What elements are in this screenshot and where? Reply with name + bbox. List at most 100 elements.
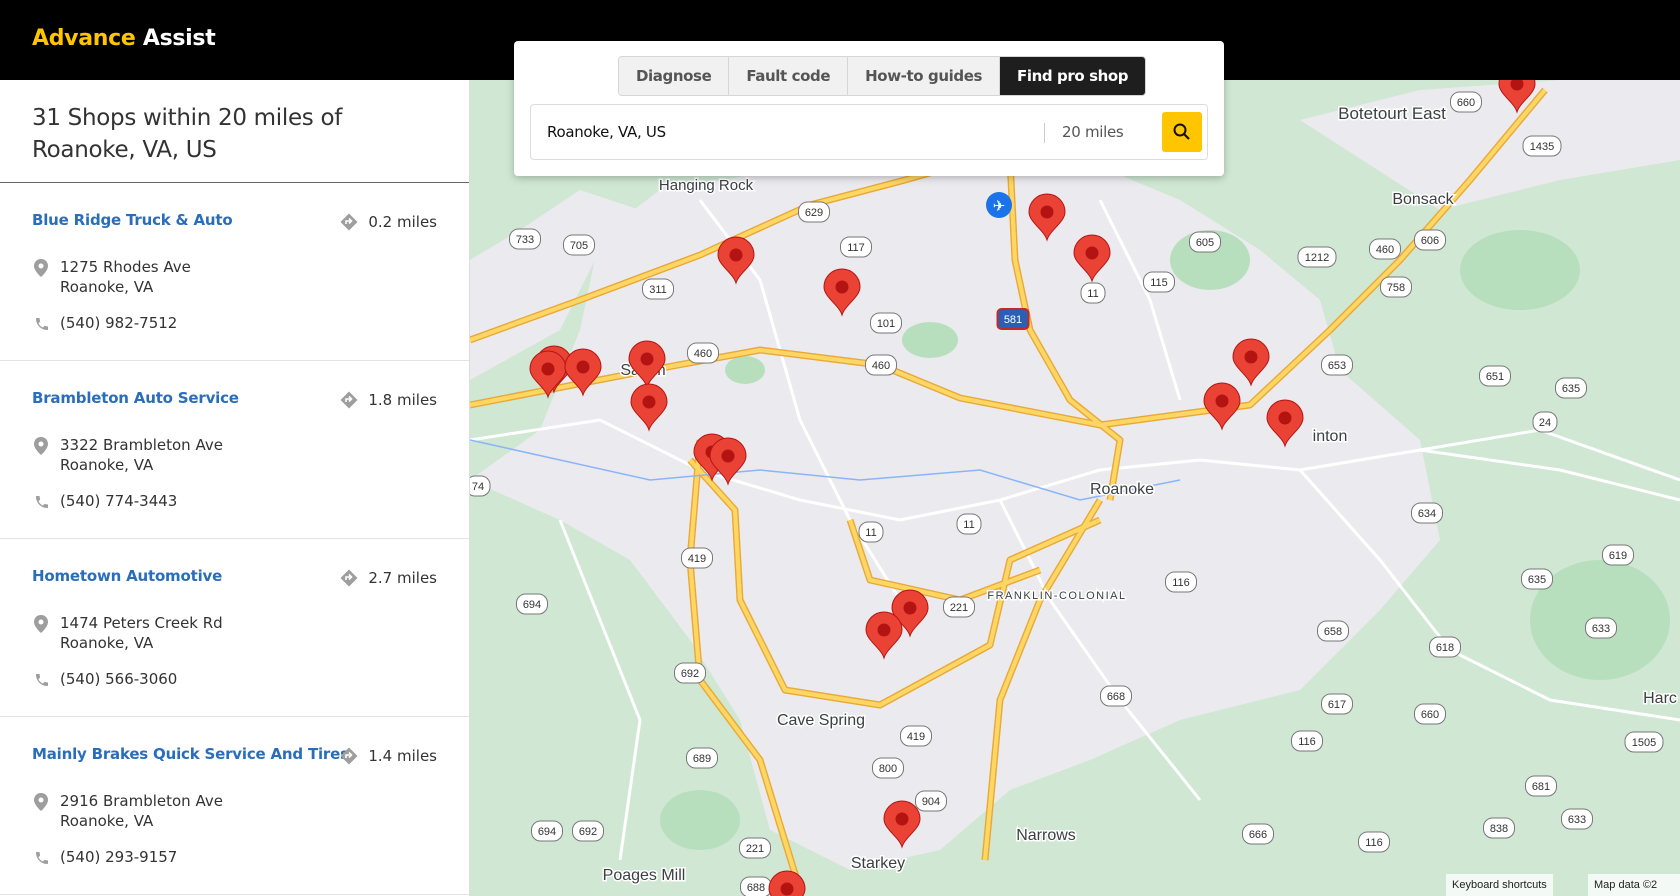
route-shield: 460 — [687, 342, 719, 364]
route-shield: 11 — [956, 513, 982, 535]
route-shield: 311 — [642, 278, 674, 300]
svg-text:634: 634 — [1418, 508, 1436, 520]
svg-text:689: 689 — [693, 753, 711, 765]
tab-diagnose[interactable]: Diagnose — [619, 57, 730, 95]
shop-phone[interactable]: (540) 293-9157 — [60, 848, 177, 866]
tab-how-to-guides[interactable]: How-to guides — [848, 57, 1000, 95]
route-shield: 681 — [1525, 775, 1557, 797]
route-shield: 694 — [531, 820, 563, 842]
svg-text:605: 605 — [1196, 237, 1214, 249]
svg-text:115: 115 — [1150, 277, 1168, 289]
route-shield: 692 — [674, 662, 706, 684]
directions-icon[interactable] — [339, 746, 359, 766]
brand-logo[interactable]: Advance Assist — [32, 26, 216, 51]
distance-text: 0.2 miles — [368, 213, 437, 231]
route-shield: 660 — [1414, 703, 1446, 725]
svg-text:692: 692 — [579, 826, 597, 838]
route-shield: 606 — [1414, 229, 1446, 251]
phone-icon — [36, 852, 48, 864]
map-data-attribution[interactable]: Map data ©2 — [1588, 874, 1680, 896]
shop-distance: 2.7 miles — [339, 568, 437, 588]
shop-list-item[interactable]: Brambleton Auto Service 1.8 miles 3322 B… — [0, 361, 469, 539]
route-shield: 221 — [943, 596, 975, 618]
radius-select[interactable]: 20 miles — [1062, 123, 1124, 141]
shop-name-link[interactable]: Hometown Automotive — [32, 567, 222, 585]
search-card: Diagnose Fault code How-to guides Find p… — [514, 41, 1224, 176]
svg-text:116: 116 — [1172, 577, 1190, 589]
map-place-label: Hanging Rock — [659, 177, 754, 194]
shop-list-item[interactable]: Blue Ridge Truck & Auto 0.2 miles 1275 R… — [0, 183, 469, 361]
route-shield: 800 — [872, 757, 904, 779]
shop-phone[interactable]: (540) 982-7512 — [60, 314, 177, 332]
svg-text:581: 581 — [1004, 314, 1022, 326]
route-shield: 1435 — [1522, 135, 1562, 157]
svg-text:221: 221 — [746, 843, 764, 855]
route-shield: 688 — [740, 876, 772, 896]
location-pin-icon — [34, 615, 48, 633]
shop-name-link[interactable]: Mainly Brakes Quick Service And Tires — [32, 745, 349, 763]
svg-text:758: 758 — [1387, 282, 1405, 294]
map-place-label: inton — [1313, 428, 1348, 445]
svg-text:618: 618 — [1436, 642, 1454, 654]
phone-icon — [36, 496, 48, 508]
svg-text:617: 617 — [1328, 699, 1346, 711]
distance-text: 2.7 miles — [368, 569, 437, 587]
shop-phone[interactable]: (540) 774-3443 — [60, 492, 177, 510]
shop-address: 1474 Peters Creek Rd Roanoke, VA — [60, 614, 223, 652]
location-pin-icon — [34, 437, 48, 455]
svg-text:681: 681 — [1532, 781, 1550, 793]
route-shield: 11 — [1080, 282, 1106, 304]
directions-icon[interactable] — [339, 390, 359, 410]
route-shield: 581 — [996, 308, 1030, 330]
route-shield: 617 — [1321, 693, 1353, 715]
route-shield: 101 — [870, 312, 902, 334]
svg-text:311: 311 — [649, 284, 667, 296]
tab-find-pro-shop[interactable]: Find pro shop — [1000, 57, 1146, 95]
shop-name-link[interactable]: Brambleton Auto Service — [32, 389, 239, 407]
distance-text: 1.4 miles — [368, 747, 437, 765]
svg-text:904: 904 — [922, 796, 940, 808]
svg-text:116: 116 — [1365, 837, 1383, 849]
shop-results-panel[interactable]: 31 Shops within 20 miles of Roanoke, VA,… — [0, 80, 470, 896]
route-shield: 660 — [1450, 91, 1482, 113]
shop-name-link[interactable]: Blue Ridge Truck & Auto — [32, 211, 233, 229]
route-shield: 653 — [1321, 354, 1353, 376]
location-pin-icon — [34, 793, 48, 811]
svg-text:838: 838 — [1490, 823, 1508, 835]
route-shield: 116 — [1358, 831, 1390, 853]
tab-fault-code[interactable]: Fault code — [729, 57, 849, 95]
keyboard-shortcuts-link[interactable]: Keyboard shortcuts — [1446, 874, 1553, 896]
route-shield: 1505 — [1624, 731, 1664, 753]
svg-text:✈: ✈ — [993, 197, 1006, 215]
shop-list-item[interactable]: Hometown Automotive 2.7 miles 1474 Peter… — [0, 539, 469, 717]
route-shield: 651 — [1479, 365, 1511, 387]
svg-text:460: 460 — [1376, 244, 1394, 256]
svg-text:11: 11 — [963, 519, 974, 531]
search-button[interactable] — [1162, 112, 1202, 152]
shop-distance: 0.2 miles — [339, 212, 437, 232]
phone-icon — [36, 674, 48, 686]
shop-distance: 1.4 miles — [339, 746, 437, 766]
route-shield: 705 — [563, 234, 595, 256]
route-shield: 666 — [1242, 823, 1274, 845]
svg-text:692: 692 — [681, 668, 699, 680]
directions-icon[interactable] — [339, 568, 359, 588]
map-place-label: Starkey — [851, 855, 905, 872]
svg-text:800: 800 — [879, 763, 897, 775]
route-shield: 635 — [1521, 568, 1553, 590]
mode-tabs: Diagnose Fault code How-to guides Find p… — [618, 56, 1147, 96]
shop-phone[interactable]: (540) 566-3060 — [60, 670, 177, 688]
location-pin-icon — [34, 259, 48, 277]
svg-text:221: 221 — [950, 602, 968, 614]
route-shield: 633 — [1585, 617, 1617, 639]
location-input[interactable]: Roanoke, VA, US — [547, 123, 666, 141]
directions-icon[interactable] — [339, 212, 359, 232]
shop-list-item[interactable]: Mainly Brakes Quick Service And Tires 1.… — [0, 717, 469, 895]
svg-text:666: 666 — [1249, 829, 1267, 841]
map-place-label: Cave Spring — [777, 712, 865, 729]
svg-text:629: 629 — [805, 207, 823, 219]
route-shield: 1212 — [1297, 246, 1337, 268]
map-place-label: FRANKLIN-COLONIAL — [987, 590, 1126, 602]
svg-text:694: 694 — [538, 826, 556, 838]
map-place-label: Roanoke — [1090, 481, 1154, 498]
